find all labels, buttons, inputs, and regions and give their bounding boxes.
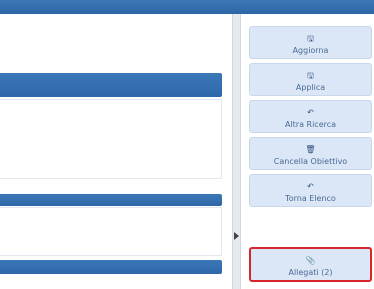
collapse-arrow-icon[interactable]	[234, 232, 239, 240]
button-label: Altra Ricerca	[284, 120, 337, 129]
altra-ricerca-button[interactable]: ↶ Altra Ricerca	[249, 100, 372, 133]
main-content-area	[0, 14, 232, 289]
aggiorna-button[interactable]: 🖫 Aggiorna	[249, 26, 372, 59]
action-panel: 🖫 Aggiorna 🖫 Applica ↶ Altra Ricerca 🗑 C…	[241, 14, 374, 289]
button-label: Allegati (2)	[288, 268, 333, 277]
section-header-bar	[0, 73, 222, 97]
save-icon: 🖫	[307, 71, 314, 80]
button-label: Applica	[295, 83, 326, 92]
trash-icon: 🗑	[305, 145, 316, 154]
section-content-box	[0, 99, 222, 179]
panel-splitter[interactable]	[232, 14, 241, 289]
applica-button[interactable]: 🖫 Applica	[249, 63, 372, 96]
button-label: Torna Elenco	[285, 194, 336, 203]
section-content-box	[0, 207, 222, 256]
torna-elenco-button[interactable]: ↶ Torna Elenco	[249, 174, 372, 207]
cancella-obiettivo-button[interactable]: 🗑 Cancella Obiettivo	[249, 137, 372, 170]
section-header-bar	[0, 260, 222, 274]
undo-icon: ↶	[307, 182, 314, 191]
undo-icon: ↶	[307, 108, 314, 117]
top-header-bar	[0, 0, 374, 14]
button-label: Cancella Obiettivo	[273, 157, 348, 166]
save-icon: 🖫	[307, 34, 314, 43]
allegati-button[interactable]: 📎 Allegati (2)	[249, 247, 372, 282]
paperclip-icon: 📎	[305, 256, 316, 265]
section-header-bar	[0, 194, 222, 206]
button-label: Aggiorna	[292, 46, 329, 55]
